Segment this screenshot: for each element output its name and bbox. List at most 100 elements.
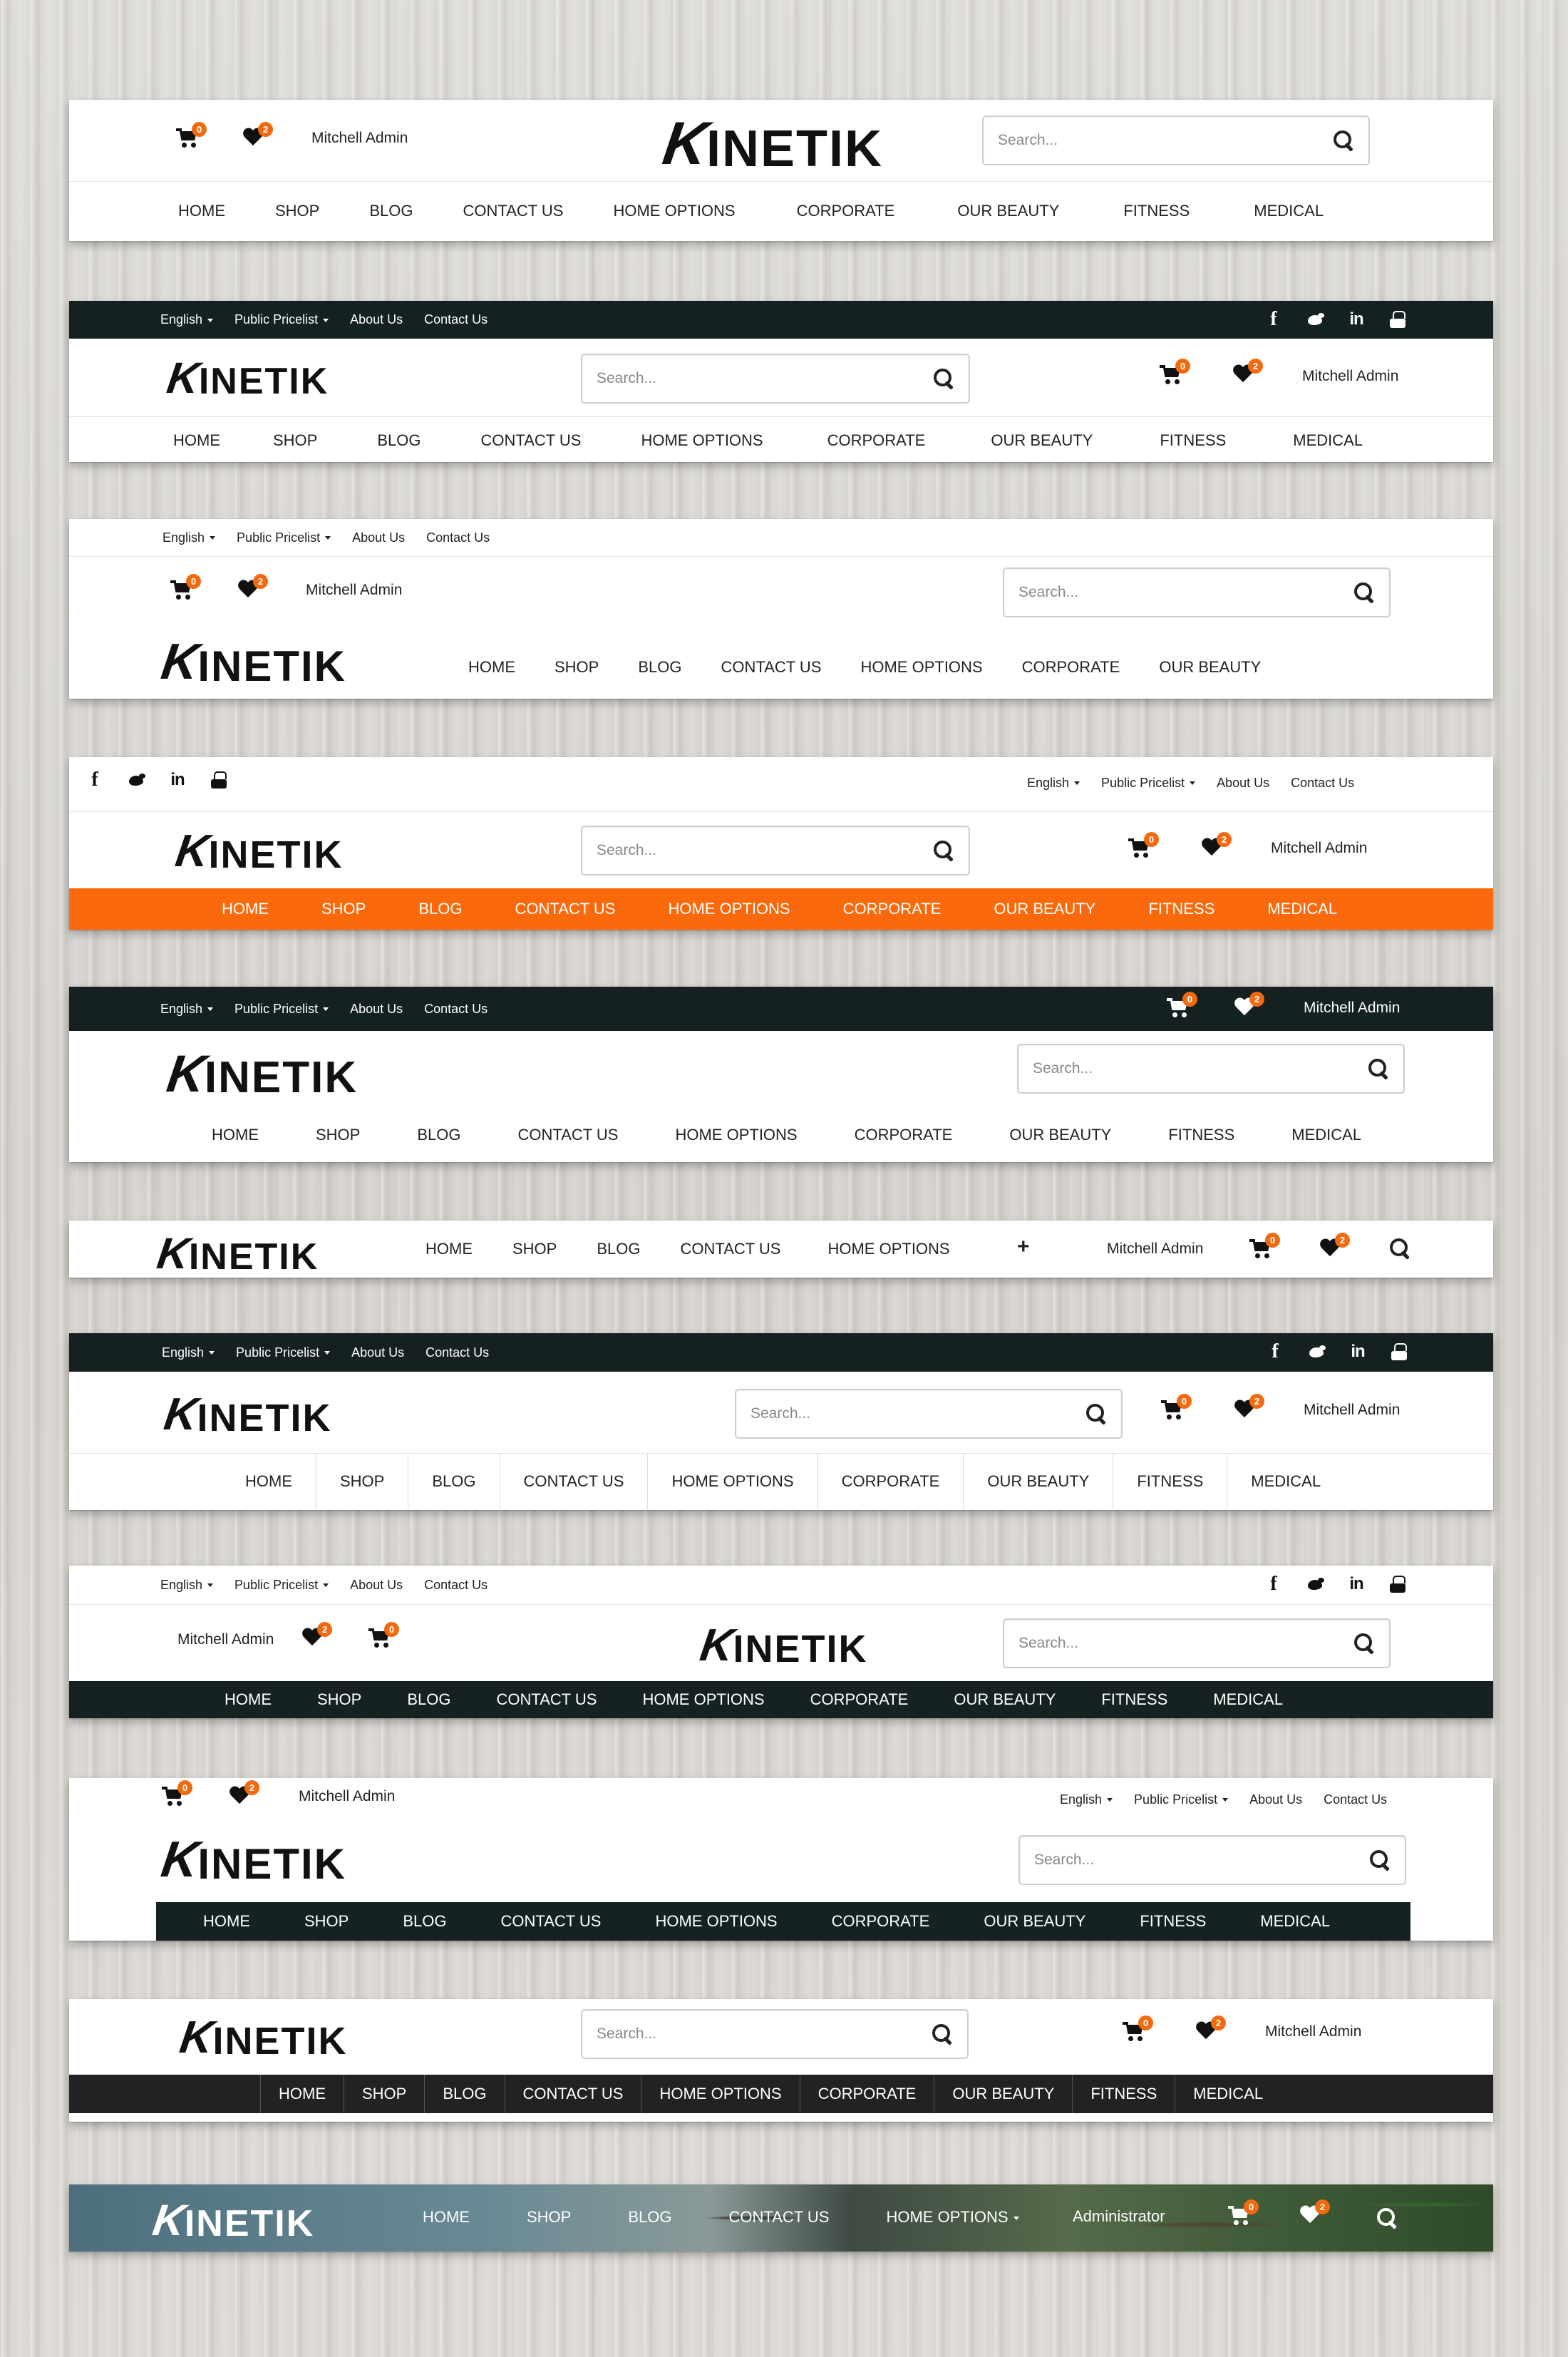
nav-home[interactable]: HOME bbox=[468, 658, 515, 677]
wishlist-button[interactable]: 2 bbox=[242, 122, 273, 151]
user-menu[interactable]: Mitchell Admin bbox=[1265, 2023, 1361, 2040]
nav-our-beauty[interactable]: OUR BEAUTY bbox=[991, 431, 1093, 450]
nav-blog[interactable]: BLOG bbox=[369, 202, 413, 220]
user-menu[interactable]: Mitchell Admin bbox=[1304, 1402, 1400, 1419]
nav-home[interactable]: HOME bbox=[423, 2208, 470, 2227]
youtube-icon[interactable] bbox=[1388, 309, 1408, 329]
nav-contact-us[interactable]: CONTACT US bbox=[504, 2075, 641, 2113]
search-input[interactable]: Search... bbox=[1003, 1618, 1391, 1668]
nav-blog[interactable]: BLOG bbox=[418, 900, 462, 918]
nav-medical[interactable]: MEDICAL bbox=[1260, 1912, 1330, 1931]
nav-shop[interactable]: SHOP bbox=[321, 900, 366, 918]
linkedin-icon[interactable]: in bbox=[1346, 1574, 1366, 1594]
site-logo[interactable]: K INETIK bbox=[163, 1044, 358, 1103]
about-us-link[interactable]: About Us bbox=[1217, 776, 1269, 791]
nav-our-beauty[interactable]: OUR BEAUTY bbox=[1009, 1126, 1111, 1144]
search-icon[interactable] bbox=[1353, 582, 1375, 603]
nav-contact-us[interactable]: CONTACT US bbox=[481, 431, 582, 450]
wishlist-button[interactable]: 2 bbox=[1195, 2015, 1226, 2045]
pricelist-select[interactable]: Public Pricelist bbox=[234, 1578, 329, 1593]
search-input[interactable]: Search... bbox=[1018, 1835, 1406, 1885]
nav-shop[interactable]: SHOP bbox=[275, 202, 319, 220]
pricelist-select[interactable]: Public Pricelist bbox=[234, 312, 329, 327]
nav-our-beauty[interactable]: OUR BEAUTY bbox=[954, 1690, 1056, 1709]
site-logo[interactable]: K INETIK bbox=[158, 634, 346, 690]
wishlist-button[interactable]: 2 bbox=[1319, 1233, 1350, 1262]
nav-fitness[interactable]: FITNESS bbox=[1140, 1912, 1206, 1931]
nav-our-beauty[interactable]: OUR BEAUTY bbox=[994, 900, 1095, 918]
language-select[interactable]: English bbox=[162, 1345, 215, 1360]
nav-contact-us[interactable]: CONTACT US bbox=[499, 1454, 648, 1509]
nav-home[interactable]: HOME bbox=[222, 900, 269, 918]
nav-fitness[interactable]: FITNESS bbox=[1160, 431, 1226, 450]
search-input[interactable]: Search... bbox=[581, 2009, 969, 2059]
search-input[interactable]: Search... bbox=[1017, 1044, 1405, 1094]
nav-home-options[interactable]: HOME OPTIONS bbox=[641, 2075, 799, 2113]
nav-corporate[interactable]: CORPORATE bbox=[810, 1690, 909, 1709]
nav-home-options[interactable]: HOME OPTIONS bbox=[886, 2208, 1019, 2227]
nav-corporate[interactable]: CORPORATE bbox=[817, 1454, 964, 1509]
search-icon[interactable] bbox=[1376, 2207, 1398, 2229]
nav-contact-us[interactable]: CONTACT US bbox=[463, 202, 564, 220]
nav-home[interactable]: HOME bbox=[225, 1690, 272, 1709]
nav-medical[interactable]: MEDICAL bbox=[1213, 1690, 1283, 1709]
user-menu[interactable]: Mitchell Admin bbox=[1271, 840, 1367, 857]
contact-us-link[interactable]: Contact Us bbox=[425, 1345, 489, 1360]
nav-home[interactable]: HOME bbox=[260, 2075, 344, 2113]
about-us-link[interactable]: About Us bbox=[350, 312, 403, 327]
cart-button[interactable]: 0 bbox=[176, 122, 207, 151]
nav-fitness[interactable]: FITNESS bbox=[1123, 202, 1190, 220]
nav-shop[interactable]: SHOP bbox=[512, 1240, 557, 1258]
language-select[interactable]: English bbox=[160, 312, 214, 327]
cart-button[interactable]: 0 bbox=[1128, 832, 1159, 861]
nav-shop[interactable]: SHOP bbox=[273, 431, 317, 450]
language-select[interactable]: English bbox=[163, 530, 216, 545]
nav-our-beauty[interactable]: OUR BEAUTY bbox=[957, 202, 1059, 220]
cart-button[interactable]: 0 bbox=[170, 574, 201, 603]
nav-corporate[interactable]: CORPORATE bbox=[797, 202, 895, 220]
nav-medical[interactable]: MEDICAL bbox=[1175, 2075, 1281, 2113]
wishlist-button[interactable]: 2 bbox=[1201, 832, 1232, 861]
nav-contact-us[interactable]: CONTACT US bbox=[681, 1240, 781, 1258]
search-icon[interactable] bbox=[1369, 1849, 1391, 1871]
wishlist-button[interactable]: 2 bbox=[301, 1622, 332, 1651]
user-menu[interactable]: Mitchell Admin bbox=[1107, 1241, 1203, 1258]
user-menu[interactable]: Mitchell Admin bbox=[1302, 368, 1398, 385]
about-us-link[interactable]: About Us bbox=[351, 1345, 404, 1360]
nav-contact-us[interactable]: CONTACT US bbox=[501, 1912, 602, 1931]
nav-fitness[interactable]: FITNESS bbox=[1072, 2075, 1175, 2113]
search-icon[interactable] bbox=[1333, 130, 1354, 151]
site-logo[interactable]: K INETIK bbox=[158, 1832, 346, 1888]
nav-corporate[interactable]: CORPORATE bbox=[832, 1912, 930, 1931]
nav-our-beauty[interactable]: OUR BEAUTY bbox=[934, 2075, 1072, 2113]
nav-blog[interactable]: BLOG bbox=[628, 2208, 671, 2227]
site-logo[interactable]: K INETIK bbox=[659, 110, 883, 178]
site-logo[interactable]: K INETIK bbox=[161, 1388, 332, 1439]
user-menu[interactable]: Administrator bbox=[1073, 2207, 1165, 2226]
cart-button[interactable]: 0 bbox=[1160, 359, 1190, 388]
nav-our-beauty[interactable]: OUR BEAUTY bbox=[963, 1454, 1113, 1509]
contact-us-link[interactable]: Contact Us bbox=[426, 530, 490, 545]
contact-us-link[interactable]: Contact Us bbox=[1291, 776, 1354, 791]
pricelist-select[interactable]: Public Pricelist bbox=[237, 530, 331, 545]
nav-fitness[interactable]: FITNESS bbox=[1168, 1126, 1234, 1144]
nav-home-options[interactable]: HOME OPTIONS bbox=[860, 658, 982, 677]
nav-corporate[interactable]: CORPORATE bbox=[843, 900, 942, 918]
search-icon[interactable] bbox=[1085, 1403, 1107, 1424]
pricelist-select[interactable]: Public Pricelist bbox=[1101, 776, 1196, 791]
nav-home-options[interactable]: HOME OPTIONS bbox=[642, 1690, 764, 1709]
nav-home-options[interactable]: HOME OPTIONS bbox=[613, 202, 735, 220]
nav-home[interactable]: HOME bbox=[178, 202, 225, 220]
nav-medical[interactable]: MEDICAL bbox=[1227, 1454, 1344, 1509]
site-logo[interactable]: K INETIK bbox=[177, 2011, 348, 2063]
pricelist-select[interactable]: Public Pricelist bbox=[234, 1002, 329, 1017]
cart-button[interactable]: 0 bbox=[1167, 992, 1197, 1021]
nav-home[interactable]: HOME bbox=[212, 1126, 259, 1144]
pricelist-select[interactable]: Public Pricelist bbox=[1134, 1792, 1229, 1807]
nav-home-options[interactable]: HOME OPTIONS bbox=[647, 1454, 817, 1509]
search-input[interactable]: Search... bbox=[735, 1389, 1123, 1439]
linkedin-icon[interactable]: in bbox=[1346, 309, 1366, 329]
cart-button[interactable]: 0 bbox=[368, 1622, 399, 1651]
nav-fitness[interactable]: FITNESS bbox=[1113, 1454, 1227, 1509]
search-input[interactable]: Search... bbox=[581, 826, 970, 875]
